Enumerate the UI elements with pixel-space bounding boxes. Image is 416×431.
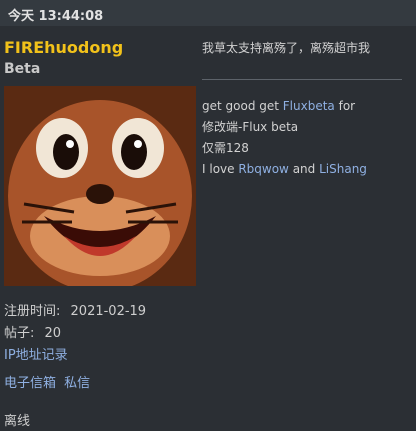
signature-divider [202, 79, 402, 80]
user-title: Beta [4, 61, 41, 77]
username-link[interactable]: FIREhuodong [4, 38, 123, 57]
lishang-link[interactable]: LiShang [319, 162, 367, 176]
email-link[interactable]: 电子信箱 [4, 376, 56, 391]
ip-record-link[interactable]: IP地址记录 [4, 348, 68, 363]
rbqwow-link[interactable]: Rbqwow [238, 162, 289, 176]
online-status: 离线 [4, 414, 31, 429]
user-avatar[interactable] [4, 86, 196, 286]
ip-record-row: IP地址记录 [4, 344, 68, 363]
posts-label: 帖子: [4, 326, 35, 341]
post-body: 我草太支持离殇了，离殇超市我 [202, 40, 402, 56]
registered-value: 2021-02-19 [70, 304, 147, 319]
post-timestamp: 今天 13:44:08 [8, 9, 104, 24]
registered-date-row: 注册时间: 2021-02-19 [4, 300, 146, 319]
signature-line-4-mid: and [288, 162, 320, 176]
signature-line-1-prefix: get good get [202, 99, 283, 113]
signature-line-4-prefix: I love [202, 162, 239, 176]
post-text: 我草太支持离殇了，离殇超市我 [202, 41, 371, 55]
signature-line-1-suffix: for [334, 99, 356, 113]
contact-row: 电子信箱 私信 [4, 372, 90, 391]
signature-line-1: get good get Fluxbeta for [202, 96, 412, 117]
posts-value: 20 [44, 326, 62, 341]
private-message-link[interactable]: 私信 [64, 376, 90, 391]
signature-line-2: 修改端-Flux beta [202, 120, 299, 134]
post-count-row: 帖子: 20 [4, 322, 61, 341]
post-header-bar: 今天 13:44:08 [0, 0, 416, 26]
signature-line-4: I love Rbqwow and LiShang [202, 159, 412, 180]
signature-line-3: 仅需128 [202, 141, 249, 155]
registered-label: 注册时间: [4, 304, 61, 319]
fluxbeta-link[interactable]: Fluxbeta [283, 99, 335, 113]
user-signature: get good get Fluxbeta for 修改端-Flux beta … [202, 96, 412, 180]
